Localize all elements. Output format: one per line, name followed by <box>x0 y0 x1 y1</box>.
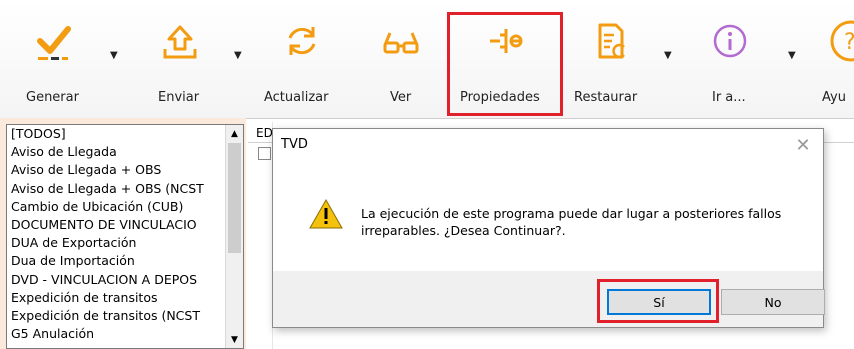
restaurar-button[interactable]: Restaurar <box>570 10 650 110</box>
dialog-title: TVD <box>281 137 308 152</box>
enviar-button[interactable]: Enviar <box>140 10 220 110</box>
help-icon: ? <box>819 18 854 64</box>
ayuda-button[interactable]: ? Ayu <box>812 10 854 110</box>
grid-column-header[interactable]: ED <box>256 126 273 140</box>
actualizar-label: Actualizar <box>264 90 329 105</box>
restaurar-label: Restaurar <box>574 90 638 105</box>
grid-select-checkbox[interactable] <box>258 147 271 160</box>
list-item[interactable]: Cambio de Ubicación (CUB) <box>7 198 223 216</box>
restaurar-dropdown-caret-icon[interactable]: ▼ <box>664 50 672 61</box>
enviar-label: Enviar <box>158 90 200 105</box>
propiedades-highlight-box <box>447 12 563 116</box>
ir-a-button[interactable]: Ir a... <box>690 10 770 110</box>
dialog-body: La ejecución de este programa puede dar … <box>273 161 823 271</box>
list-item[interactable]: G5 Anulación <box>7 325 223 343</box>
document-type-listbox[interactable]: [TODOS] Aviso de Llegada Aviso de Llegad… <box>6 124 244 349</box>
ir-a-dropdown-caret-icon[interactable]: ▼ <box>788 50 796 61</box>
dialog-message: La ejecución de este programa puede dar … <box>361 206 782 238</box>
info-icon <box>707 18 753 64</box>
close-icon[interactable]: ✕ <box>791 133 815 157</box>
warning-icon <box>309 198 343 233</box>
generar-dropdown-caret-icon[interactable]: ▼ <box>110 50 118 61</box>
ir-a-label: Ir a... <box>712 90 746 105</box>
list-item[interactable]: Aviso de Llegada + OBS <box>7 161 223 179</box>
generar-label: Generar <box>26 90 79 105</box>
list-item[interactable]: Expedición de transitos <box>7 289 223 307</box>
restore-icon <box>587 18 633 64</box>
list-item[interactable]: [TODOS] <box>7 125 223 143</box>
dialog-titlebar: TVD ✕ <box>273 129 823 161</box>
list-item[interactable]: Expedición de transitos (NCST <box>7 307 223 325</box>
ayuda-label: Ayu <box>822 90 846 105</box>
glasses-icon <box>378 18 424 64</box>
actualizar-button[interactable]: Actualizar <box>262 10 342 110</box>
list-item[interactable]: Aviso de Llegada <box>7 143 223 161</box>
ver-button[interactable]: Ver <box>376 10 426 110</box>
svg-text:?: ? <box>844 30 854 55</box>
scroll-down-arrow-icon[interactable]: ▼ <box>226 331 243 348</box>
enviar-dropdown-caret-icon[interactable]: ▼ <box>234 50 242 61</box>
no-button[interactable]: No <box>721 289 825 315</box>
list-item[interactable]: DVD - VINCULACION A DEPOS <box>7 271 223 289</box>
upload-icon <box>157 18 203 64</box>
list-item[interactable]: Aviso de Llegada + OBS (NCST <box>7 180 223 198</box>
yes-highlight-box <box>597 279 719 323</box>
confirmation-dialog: TVD ✕ La ejecución de este programa pued… <box>272 128 825 328</box>
list-item[interactable]: DOCUMENTO DE VINCULACIO <box>7 216 223 234</box>
list-item[interactable]: Dua de Importación <box>7 252 223 270</box>
generar-button[interactable]: Generar <box>14 10 94 110</box>
ver-label: Ver <box>390 90 412 105</box>
toolbar: Generar ▼ Enviar ▼ Actualizar Ver Propie… <box>0 0 854 119</box>
list-scrollbar[interactable]: ▲ ▼ <box>225 125 243 348</box>
refresh-icon <box>279 18 325 64</box>
scroll-thumb[interactable] <box>228 143 241 253</box>
list-item[interactable]: DUA de Exportación <box>7 234 223 252</box>
check-icon <box>31 18 77 64</box>
scroll-up-arrow-icon[interactable]: ▲ <box>226 125 243 142</box>
